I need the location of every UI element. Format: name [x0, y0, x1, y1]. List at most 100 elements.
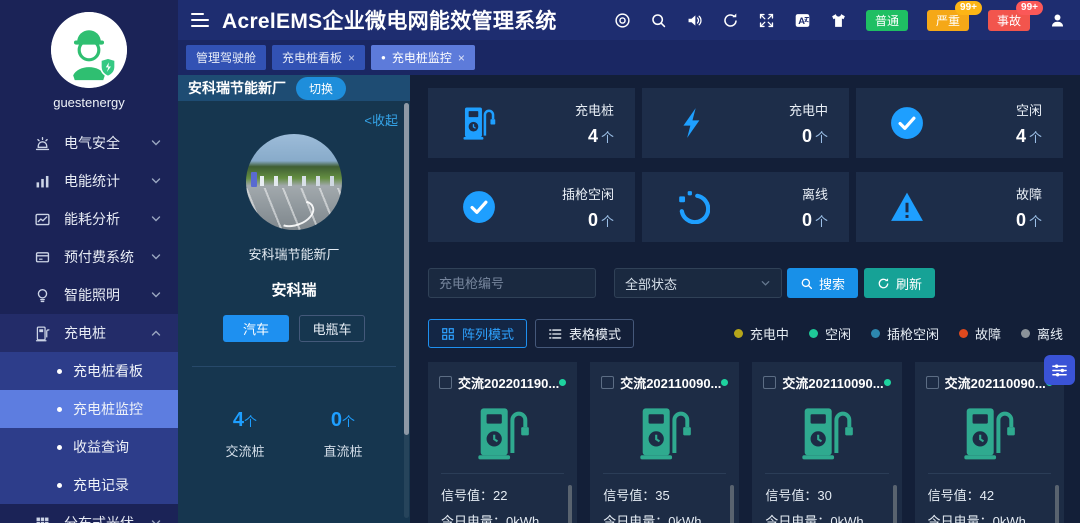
offline-icon	[676, 190, 710, 224]
summary-card-idle: 空闲 4个	[856, 88, 1063, 158]
unit-label: 个	[1029, 214, 1042, 229]
checkbox[interactable]	[763, 376, 776, 389]
chevron-down-icon	[760, 278, 771, 289]
sound-icon[interactable]	[686, 12, 703, 29]
tab-management-cockpit[interactable]: 管理驾驶舱	[186, 45, 266, 70]
alarm-pill-accident[interactable]: 事故 99+	[988, 10, 1030, 31]
bullet-icon	[57, 445, 62, 450]
legend-label: 充电中	[750, 324, 789, 343]
bulb-icon	[34, 287, 51, 304]
alarm-pill-normal[interactable]: 普通	[866, 10, 908, 31]
table-mode-button[interactable]: 表格模式	[535, 319, 634, 348]
card-scrollbar[interactable]	[568, 485, 572, 523]
alarm-pill-severe[interactable]: 严重 99+	[927, 10, 969, 31]
panel-scrollbar[interactable]	[404, 103, 409, 518]
switch-station-button[interactable]: 切换	[296, 77, 346, 100]
stat-label: 插枪空闲	[562, 184, 614, 203]
checkbox[interactable]	[439, 376, 452, 389]
sidebar-item-charging-dashboard[interactable]: 充电桩看板	[0, 352, 178, 390]
tab-charging-monitor[interactable]: ● 充电桩监控 ×	[371, 45, 475, 70]
search-button[interactable]: 搜索	[787, 268, 858, 298]
grid-icon	[441, 327, 455, 341]
close-icon[interactable]: ×	[348, 51, 355, 65]
legend-item-fault: 故障	[959, 324, 1001, 343]
checkbox[interactable]	[601, 376, 614, 389]
submenu-item-label: 充电记录	[73, 475, 129, 495]
pile-type-stats: 4个 交流桩 0个 直流桩	[178, 409, 410, 460]
charger-card[interactable]: 交流202110090... 信号值：42 今日电量：0kWh	[915, 362, 1064, 523]
bar-chart-icon	[34, 173, 51, 190]
ac-pile-count: 4	[233, 409, 244, 431]
signal-value: 30	[817, 488, 831, 503]
table-mode-label: 表格模式	[569, 324, 621, 343]
submenu-item-label: 收益查询	[73, 437, 129, 457]
chevron-down-icon	[150, 213, 162, 225]
legend-label: 空闲	[825, 324, 851, 343]
energy-row: 今日电量：0kWh	[603, 509, 728, 523]
bullet-icon	[57, 483, 62, 488]
stat-label: 充电桩	[575, 100, 614, 119]
refresh-icon[interactable]	[722, 12, 739, 29]
tabbar: 管理驾驶舱 充电桩看板 × ● 充电桩监控 ×	[178, 40, 1080, 75]
signal-row: 信号值：42	[928, 483, 1053, 509]
alarm-pill-label: 普通	[875, 12, 899, 29]
solar-grid-icon	[34, 515, 51, 523]
tab-charging-dashboard[interactable]: 充电桩看板 ×	[272, 45, 365, 70]
signal-value: 42	[980, 488, 994, 503]
charger-name: 交流202110090...	[782, 373, 883, 392]
card-scrollbar[interactable]	[1055, 485, 1059, 523]
card-scrollbar[interactable]	[893, 485, 897, 523]
gun-number-input[interactable]	[428, 268, 596, 298]
charger-name: 交流202110090...	[620, 373, 721, 392]
refresh-button[interactable]: 刷新	[864, 268, 935, 298]
chevron-up-icon	[150, 327, 162, 339]
target-icon[interactable]	[614, 12, 631, 29]
theme-shirt-icon[interactable]	[830, 12, 847, 29]
sidebar-item-energy-analysis[interactable]: 能耗分析	[0, 200, 178, 238]
vehicle-tab-car[interactable]: 汽车	[223, 315, 289, 342]
status-legend: 充电中 空闲 插枪空闲 故障 离线	[734, 324, 1063, 343]
vehicle-tab-ebike[interactable]: 电瓶车	[299, 315, 365, 342]
collapse-panel-link[interactable]: <收起	[178, 101, 410, 129]
fullscreen-icon[interactable]	[758, 12, 775, 29]
charger-card[interactable]: 交流202110090... 信号值：35 今日电量：0kWh	[590, 362, 739, 523]
energy-label: 今日电量：	[928, 514, 993, 523]
summary-cards: 充电桩 4个 充电中 0个	[428, 88, 1063, 242]
sidebar-item-revenue-query[interactable]: 收益查询	[0, 428, 178, 466]
translate-icon[interactable]: A	[794, 12, 811, 29]
sidebar-item-energy-statistics[interactable]: 电能统计	[0, 162, 178, 200]
display-settings-button[interactable]	[1044, 355, 1075, 385]
sidebar-item-label: 预付费系统	[64, 247, 150, 267]
card-scrollbar[interactable]	[730, 485, 734, 523]
charger-card[interactable]: 交流202201190... 信号值：22 今日电量：0kWh	[428, 362, 577, 523]
sidebar-item-label: 智能照明	[64, 285, 150, 305]
chevron-down-icon	[150, 137, 162, 149]
summary-card-gun-idle: 插枪空闲 0个	[428, 172, 635, 242]
divider	[765, 473, 888, 474]
signal-label: 信号值：	[928, 488, 980, 503]
sidebar-item-electrical-safety[interactable]: 电气安全	[0, 124, 178, 162]
sidebar-item-charging-records[interactable]: 充电记录	[0, 466, 178, 504]
avatar[interactable]	[51, 12, 127, 88]
summary-card-fault: 故障 0个	[856, 172, 1063, 242]
status-select[interactable]: 全部状态	[614, 268, 782, 298]
sidebar-item-label: 电能统计	[64, 171, 150, 191]
sidebar-item-prepaid-system[interactable]: 预付费系统	[0, 238, 178, 276]
user-icon[interactable]	[1049, 12, 1066, 29]
menu-collapse-icon[interactable]	[191, 13, 209, 27]
tab-label: 充电桩监控	[392, 49, 452, 66]
sidebar-item-charging-monitor[interactable]: 充电桩监控	[0, 390, 178, 428]
sidebar-item-charging-pile[interactable]: 充电桩	[0, 314, 178, 352]
array-mode-button[interactable]: 阵列模式	[428, 319, 527, 348]
sidebar-item-smart-lighting[interactable]: 智能照明	[0, 276, 178, 314]
charger-name: 交流202110090...	[945, 373, 1046, 392]
close-icon[interactable]: ×	[458, 51, 465, 65]
search-icon[interactable]	[650, 12, 667, 29]
energy-row: 今日电量：0kWh	[928, 509, 1053, 523]
legend-item-offline: 离线	[1021, 324, 1063, 343]
checkbox[interactable]	[926, 376, 939, 389]
charger-card[interactable]: 交流202110090... 信号值：30 今日电量：0kWh	[752, 362, 901, 523]
scrollbar-thumb[interactable]	[404, 103, 409, 435]
charging-pile-icon	[439, 405, 566, 461]
sidebar-item-distributed-pv[interactable]: 分布式光伏	[0, 504, 178, 523]
